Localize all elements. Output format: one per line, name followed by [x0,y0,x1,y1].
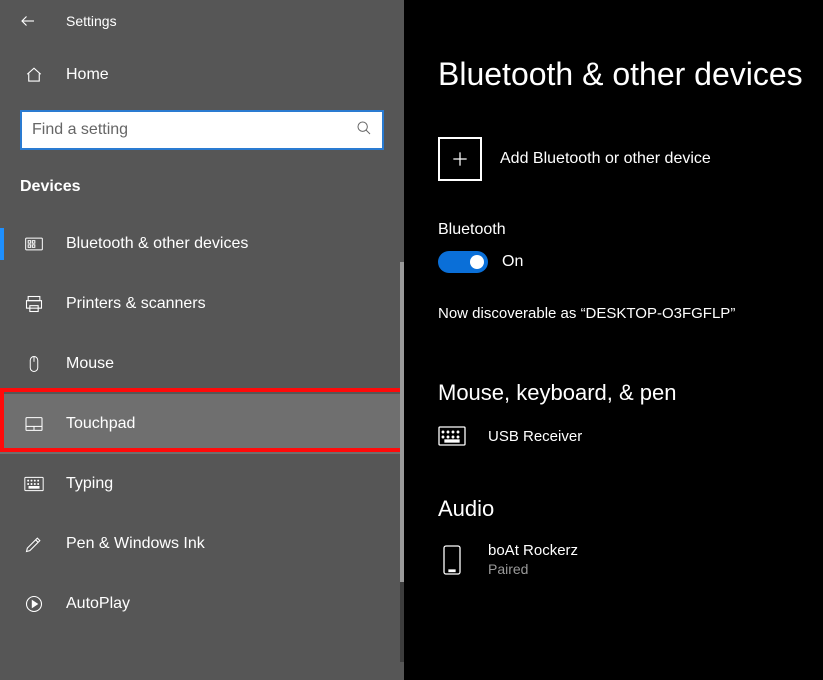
nav-bluetooth-devices[interactable]: Bluetooth & other devices [0,214,404,274]
section-mouse-keyboard-pen: Mouse, keyboard, & pen [438,380,807,406]
add-device-label: Add Bluetooth or other device [500,150,711,168]
back-button[interactable] [10,12,46,30]
device-label: boAt Rockerz [488,542,578,559]
nav-label: Pen & Windows Ink [66,535,205,553]
main-content: Bluetooth & other devices Add Bluetooth … [404,0,823,680]
touchpad-icon [24,416,44,432]
device-status: Paired [488,561,578,577]
typing-icon [24,476,44,492]
bluetooth-label: Bluetooth [438,221,807,239]
phone-icon [438,545,466,575]
plus-icon [438,137,482,181]
nav-home[interactable]: Home [0,40,404,110]
nav-label: Touchpad [66,415,135,433]
nav-pen-windows-ink[interactable]: Pen & Windows Ink [0,514,404,574]
home-icon [24,66,44,84]
nav-label: AutoPlay [66,595,130,613]
selected-indicator [0,228,4,260]
keyboard-icon [438,426,466,446]
pen-icon [24,534,44,554]
highlight-box [0,388,404,452]
bluetooth-toggle[interactable] [438,251,488,273]
nav-label: Typing [66,475,113,493]
printer-icon [24,294,44,314]
category-heading: Devices [0,150,404,214]
toggle-knob [470,255,484,269]
nav-mouse[interactable]: Mouse [0,334,404,394]
device-boat-rockerz[interactable]: boAt Rockerz Paired [438,542,807,577]
settings-sidebar: Settings Home Devices [0,0,404,680]
nav-label: Mouse [66,355,114,373]
autoplay-icon [24,594,44,614]
add-device-button[interactable]: Add Bluetooth or other device [438,137,807,181]
search-input[interactable] [32,121,356,139]
bluetooth-devices-icon [24,234,44,254]
window-title: Settings [66,13,117,29]
search-box[interactable] [20,110,384,150]
page-title: Bluetooth & other devices [438,56,807,93]
nav-touchpad[interactable]: Touchpad [0,394,404,454]
nav-label: Bluetooth & other devices [66,235,248,253]
search-icon [356,120,372,141]
nav-typing[interactable]: Typing [0,454,404,514]
home-label: Home [66,66,109,84]
nav-printers-scanners[interactable]: Printers & scanners [0,274,404,334]
nav-label: Printers & scanners [66,295,206,313]
mouse-icon [24,354,44,374]
device-usb-receiver[interactable]: USB Receiver [438,426,807,446]
discoverable-text: Now discoverable as “DESKTOP-O3FGFLP” [438,305,807,322]
toggle-state-label: On [502,253,523,271]
device-label: USB Receiver [488,428,582,445]
nav-autoplay[interactable]: AutoPlay [0,574,404,634]
section-audio: Audio [438,496,807,522]
